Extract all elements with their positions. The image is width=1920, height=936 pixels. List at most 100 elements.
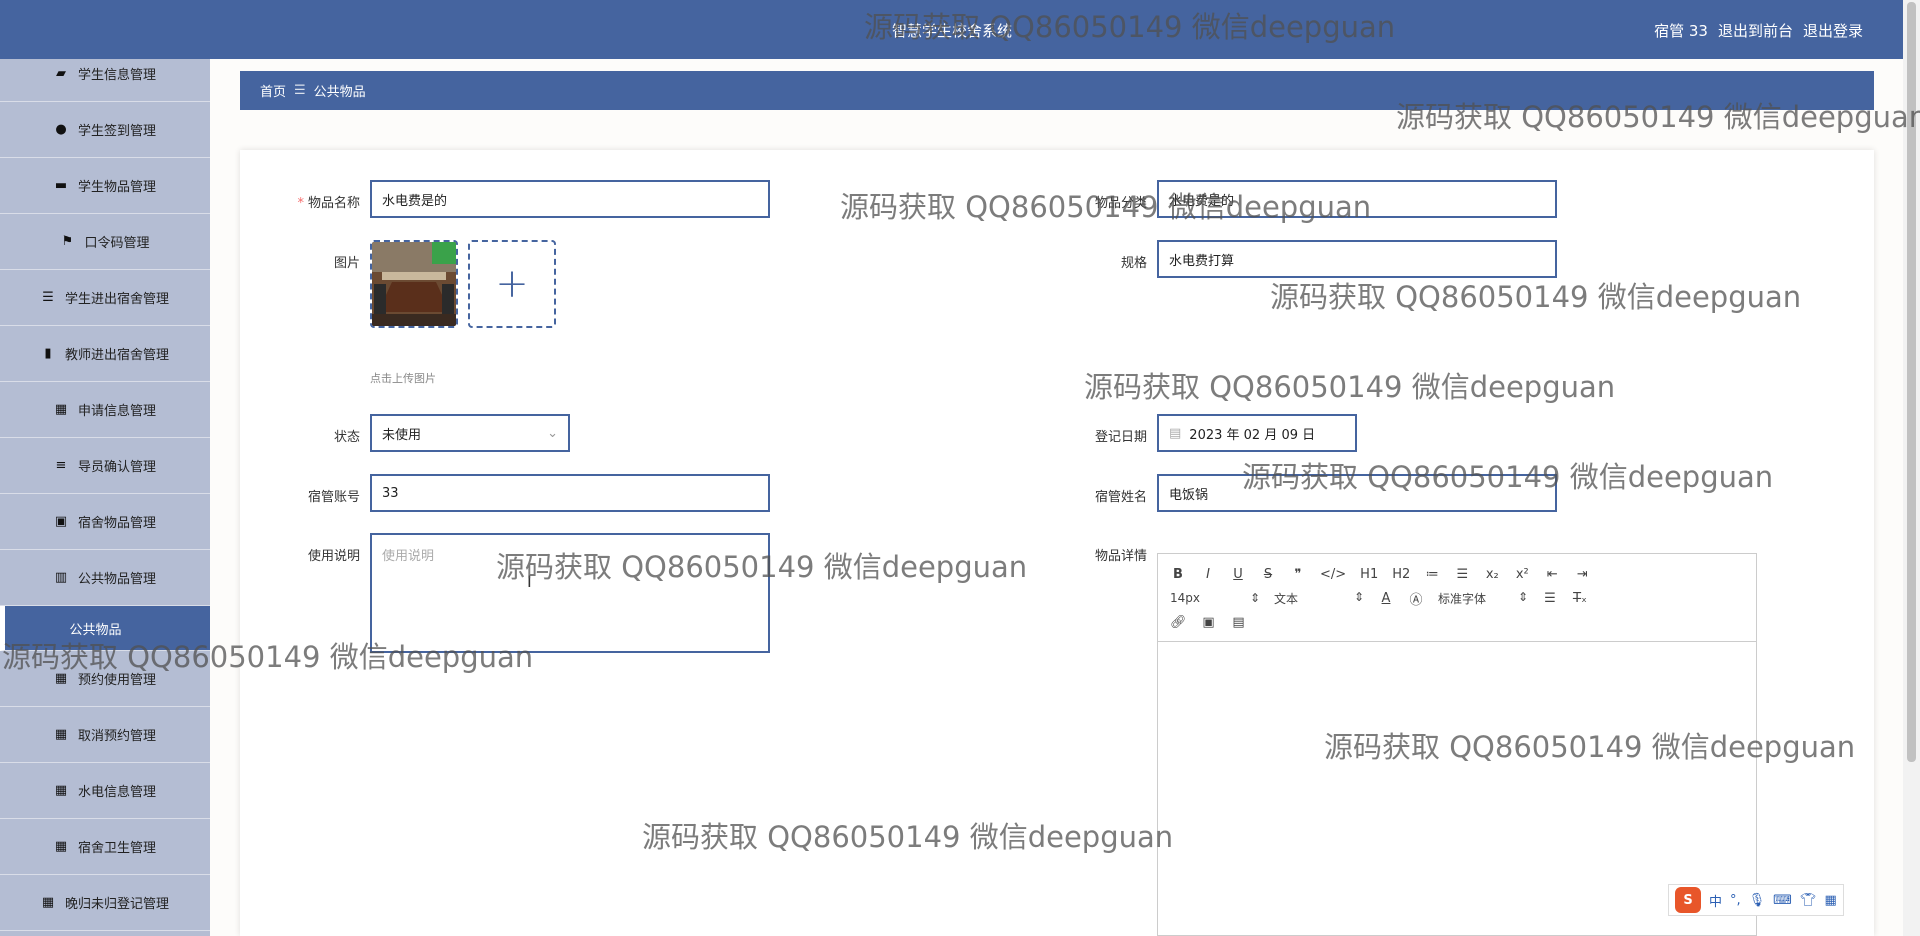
manager-name-label: 宿管姓名 <box>1094 490 1147 505</box>
page-scrollbar[interactable] <box>1903 0 1920 936</box>
strike-button[interactable]: S <box>1260 567 1276 582</box>
superscript-button[interactable]: x² <box>1514 567 1530 582</box>
heading1-button[interactable]: H1 <box>1360 567 1378 582</box>
sidebar-item-application[interactable]: ▦ 申请信息管理 <box>0 382 210 438</box>
indent-button[interactable]: ⇥ <box>1574 567 1590 582</box>
bullet-list-button[interactable]: ☰ <box>1454 567 1470 582</box>
sidebar-item-label: 学生物品管理 <box>77 180 156 195</box>
grid-icon: ▦ <box>54 783 68 798</box>
logout-link[interactable]: 退出登录 <box>1803 20 1863 41</box>
align-icon[interactable]: ☰ <box>1542 591 1558 606</box>
blockquote-button[interactable]: ❞ <box>1290 567 1306 582</box>
bar-chart-icon: ▮ <box>44 346 52 361</box>
scrollbar-thumb[interactable] <box>1907 2 1916 762</box>
sidebar-item-public-goods[interactable]: ▥ 公共物品管理 <box>0 550 210 606</box>
font-family-select[interactable]: 标准字体 ⇕ <box>1438 590 1528 607</box>
background-color-icon[interactable]: Ⓐ <box>1408 589 1424 608</box>
microphone-icon[interactable]: 🎙︎ <box>1749 893 1766 908</box>
library-icon: ▥ <box>54 570 68 585</box>
sidebar-item-late-return[interactable]: ▦ 晚归未归登记管理 <box>0 875 210 931</box>
font-color-icon[interactable]: A <box>1378 591 1394 606</box>
font-size-select[interactable]: 14px ⇕ <box>1170 591 1260 605</box>
list-icon: ≡ <box>55 458 67 473</box>
underline-button[interactable]: U <box>1230 567 1246 582</box>
heading2-button[interactable]: H2 <box>1392 567 1410 582</box>
breadcrumb: 首页 ☰ 公共物品 <box>240 71 1874 110</box>
skin-icon[interactable]: 👕︎ <box>1800 893 1817 908</box>
outdent-button[interactable]: ⇤ <box>1544 567 1560 582</box>
sogou-logo-icon: S <box>1675 887 1701 913</box>
link-icon[interactable]: 🔗︎ <box>1170 615 1187 630</box>
sidebar-item-teacher-access[interactable]: ▮ 教师进出宿舍管理 <box>0 326 210 382</box>
chevron-down-icon: ⌄ <box>547 425 558 441</box>
sidebar-item-student-info[interactable]: ▰ 学生信息管理 <box>0 59 210 102</box>
sidebar-item-label: 宿舍物品管理 <box>77 516 156 531</box>
font-size-value: 14px <box>1170 591 1200 605</box>
sidebar-item-utilities[interactable]: ▦ 水电信息管理 <box>0 763 210 819</box>
item-name-label: * 物品名称 <box>240 192 360 211</box>
usage-textarea-placeholder: 使用说明 <box>382 549 435 564</box>
sidebar-item-label: 学生进出宿舍管理 <box>64 292 169 307</box>
video-icon[interactable]: ▤ <box>1231 615 1247 630</box>
text-cursor-icon: I <box>527 572 532 591</box>
account-label: 宿管账号 <box>307 490 360 505</box>
ime-toolbar[interactable]: S 中 °, 🎙︎ ⌨ 👕︎ ▦ <box>1668 884 1844 916</box>
app-title: 智慧学生校舍系统 <box>892 22 1013 40</box>
breadcrumb-current: 公共物品 <box>313 85 366 100</box>
breadcrumb-home[interactable]: 首页 <box>260 81 286 100</box>
editor-content-area[interactable] <box>1158 642 1756 932</box>
select-arrows-icon: ⇕ <box>1353 589 1364 604</box>
sidebar-item-counselor-confirm[interactable]: ≡ 导员确认管理 <box>0 438 210 494</box>
grid-icon: ▦ <box>54 839 68 854</box>
item-name-input[interactable]: 水电费是的 <box>370 180 770 218</box>
upload-add-button[interactable]: + <box>468 240 556 328</box>
sidebar-item-student-goods[interactable]: ▬ 学生物品管理 <box>0 158 210 214</box>
select-arrows-icon: ⇕ <box>1517 589 1528 604</box>
image-icon[interactable]: ▣ <box>1201 615 1217 630</box>
sidebar-item-label: 公共物品管理 <box>77 572 156 587</box>
sidebar-item-reservation[interactable]: ▦ 预约使用管理 <box>0 651 210 707</box>
spec-label: 规格 <box>1120 256 1147 271</box>
calendar-icon: ▤ <box>1169 425 1182 441</box>
sidebar-item-student-checkin[interactable]: ● 学生签到管理 <box>0 102 210 158</box>
manager-name-input[interactable]: 电饭锅 <box>1157 474 1557 512</box>
category-input[interactable]: 水电费是的 <box>1157 180 1557 218</box>
exit-to-front-link[interactable]: 退出到前台 <box>1718 20 1793 41</box>
subscript-button[interactable]: x₂ <box>1484 567 1500 582</box>
sidebar-item-label: 宿舍卫生管理 <box>77 841 156 856</box>
paragraph-select[interactable]: 文本 ⇕ <box>1274 590 1364 607</box>
ordered-list-button[interactable]: ≔ <box>1424 567 1440 582</box>
keyboard-icon[interactable]: ⌨ <box>1773 893 1792 908</box>
code-block-button[interactable]: </> <box>1320 567 1346 582</box>
sidebar-item-hygiene[interactable]: ▦ 宿舍卫生管理 <box>0 819 210 875</box>
toolbox-icon[interactable]: ▦ <box>1824 893 1836 908</box>
sidebar-subitem-label: 公共物品 <box>69 622 122 638</box>
item-name-label-text: 物品名称 <box>307 196 360 211</box>
date-picker-value: 2023 年 02 月 09 日 <box>1189 427 1316 443</box>
ime-language[interactable]: 中 <box>1709 891 1722 910</box>
sidebar-item-dorm-goods[interactable]: ▣ 宿舍物品管理 <box>0 494 210 550</box>
uploaded-image-thumbnail[interactable] <box>370 240 458 328</box>
bold-button[interactable]: B <box>1170 567 1186 582</box>
ime-punctuation[interactable]: °, <box>1730 893 1741 908</box>
sidebar-item-passcode[interactable]: ⚑ 口令码管理 <box>0 214 210 270</box>
clear-format-icon[interactable]: T̶ₓ <box>1572 591 1588 606</box>
sidebar-subitem-public-goods[interactable]: 公共物品 <box>0 606 210 651</box>
rich-text-editor[interactable]: B I U S ❞ </> H1 H2 ≔ ☰ x₂ x² ⇤ ⇥ 14px ⇕ … <box>1157 553 1757 936</box>
sidebar-item-student-access[interactable]: ☰ 学生进出宿舍管理 <box>0 270 210 326</box>
status-select[interactable]: 未使用 ⌄ <box>370 414 570 452</box>
date-picker[interactable]: ▤ 2023 年 02 月 09 日 <box>1157 414 1357 452</box>
status-label: 状态 <box>333 430 360 445</box>
sidebar: ▰ 学生信息管理 ● 学生签到管理 ▬ 学生物品管理 ⚑ 口令码管理 ☰ 学生进出宿舍管理… <box>0 59 210 936</box>
detail-label: 物品详情 <box>1094 549 1147 564</box>
clipboard-icon: ▣ <box>54 514 68 529</box>
font-family-value: 标准字体 <box>1438 591 1487 606</box>
spec-input[interactable]: 水电费打算 <box>1157 240 1557 278</box>
account-input[interactable]: 33 <box>370 474 770 512</box>
usage-textarea[interactable]: 使用说明 <box>370 533 770 653</box>
sliders-icon: ☰ <box>42 290 54 305</box>
sidebar-item-label: 学生信息管理 <box>77 68 156 83</box>
sidebar-item-cancel-reservation[interactable]: ▦ 取消预约管理 <box>0 707 210 763</box>
category-label: 物品分类 <box>1094 196 1147 211</box>
italic-button[interactable]: I <box>1200 567 1216 582</box>
